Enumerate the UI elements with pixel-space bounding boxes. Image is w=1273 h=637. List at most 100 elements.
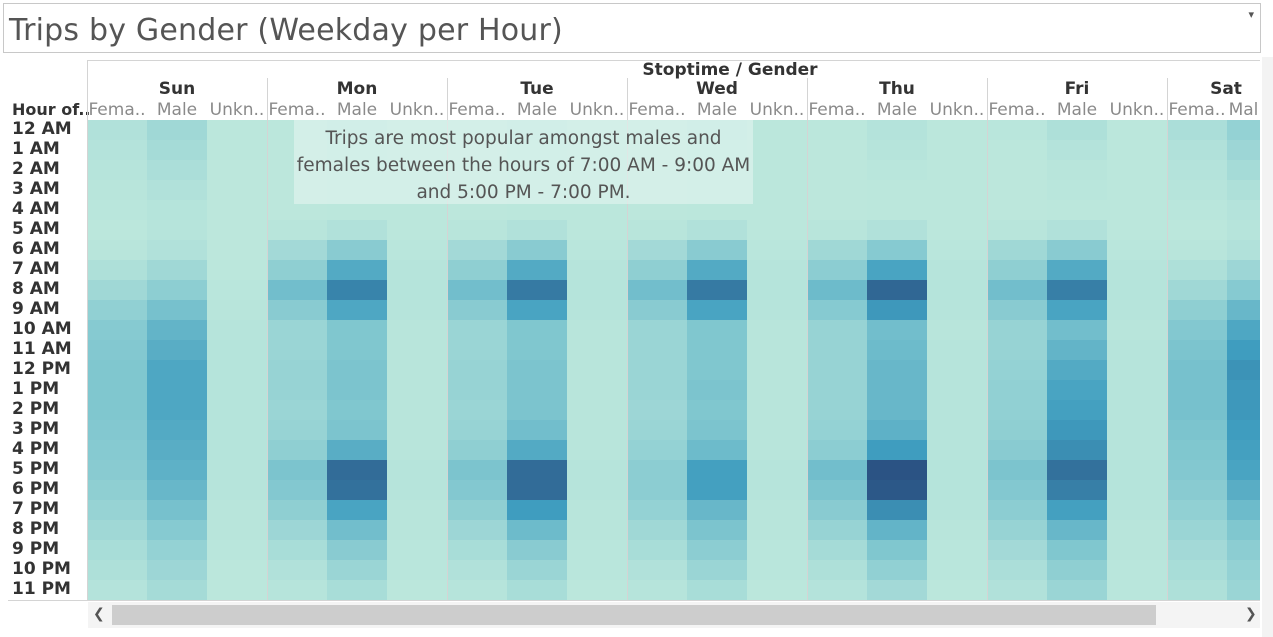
heat-cell [507,260,567,280]
heat-cell [507,300,567,320]
heat-cell [1107,560,1167,580]
heat-cell [747,300,807,320]
heat-cell [1167,300,1227,320]
heat-cell [267,280,327,300]
heat-cell [387,220,447,240]
heat-cell [147,380,207,400]
heat-cell [867,400,927,420]
heat-cell [87,240,147,260]
heat-cell [1227,320,1260,340]
heat-cell [147,160,207,180]
heat-cell [387,560,447,580]
heat-cell [447,480,507,500]
heat-cell [507,340,567,360]
heat-cell [627,300,687,320]
heat-cell [1227,540,1260,560]
heat-cell [987,220,1047,240]
heat-cell [147,560,207,580]
heat-cell [807,480,867,500]
heat-cell [867,160,927,180]
grid-left-border [87,60,88,600]
heat-cell [1047,220,1107,240]
heat-cell [87,440,147,460]
heat-cell [1167,440,1227,460]
heat-cell [267,340,327,360]
heat-cell [567,400,627,420]
heat-cell [747,460,807,480]
heat-cell [747,140,807,160]
heat-cell [447,280,507,300]
heat-cell [627,280,687,300]
heat-cell [267,300,327,320]
heat-cell [207,200,267,220]
heat-cell [327,380,387,400]
heat-cell [87,300,147,320]
heat-cell [1227,120,1260,140]
heat-cell [687,340,747,360]
heat-cell [1107,340,1167,360]
heat-cell [1227,260,1260,280]
heat-cell [387,500,447,520]
heat-cell [1047,140,1107,160]
heat-cell [207,120,267,140]
heat-cell [867,500,927,520]
heat-cell [327,460,387,480]
heat-cell [807,240,867,260]
heat-cell [267,560,327,580]
heat-cell [1227,500,1260,520]
heat-cell [747,580,807,600]
heat-cell [147,240,207,260]
heat-cell [147,460,207,480]
heat-cell [807,260,867,280]
heat-cell [627,380,687,400]
heat-cell [1107,440,1167,460]
heat-cell [927,120,987,140]
heat-cell [267,460,327,480]
heat-cell [987,440,1047,460]
heat-cell [987,320,1047,340]
heat-cell [327,240,387,260]
chevron-left-icon[interactable]: ❮ [93,606,105,622]
heat-cell [1227,160,1260,180]
heat-cell [1167,280,1227,300]
heat-cell [567,520,627,540]
heat-cell [627,460,687,480]
heat-cell [207,260,267,280]
heat-cell [567,560,627,580]
heat-cell [627,440,687,460]
heat-cell [87,480,147,500]
annotation-text: Trips are most popular amongst males and… [296,128,751,203]
heat-cell [207,460,267,480]
heat-cell [1047,540,1107,560]
heat-cell [147,500,207,520]
scroll-thumb[interactable] [112,605,1156,625]
heat-cell [807,340,867,360]
chevron-right-icon[interactable]: ❯ [1245,606,1257,622]
heat-cell [327,560,387,580]
heat-cell [1107,180,1167,200]
heat-cell [1107,140,1167,160]
heat-cell [807,380,867,400]
heat-cell [1047,300,1107,320]
heat-cell [1047,160,1107,180]
heat-cell [807,320,867,340]
heat-cell [207,220,267,240]
heat-cell [1227,340,1260,360]
heat-cell [807,180,867,200]
heat-cell [327,440,387,460]
heat-cell [987,180,1047,200]
heat-cell [207,580,267,600]
heat-cell [987,280,1047,300]
heat-cell [627,520,687,540]
heat-cell [1107,300,1167,320]
heat-cell [1047,580,1107,600]
heat-cell [1047,120,1107,140]
heat-cell [1167,580,1227,600]
heat-cell [867,520,927,540]
heat-cell [87,180,147,200]
heat-cell [687,320,747,340]
heat-cell [1047,400,1107,420]
heat-cell [747,220,807,240]
heat-cell [807,560,867,580]
heat-cell [1167,140,1227,160]
